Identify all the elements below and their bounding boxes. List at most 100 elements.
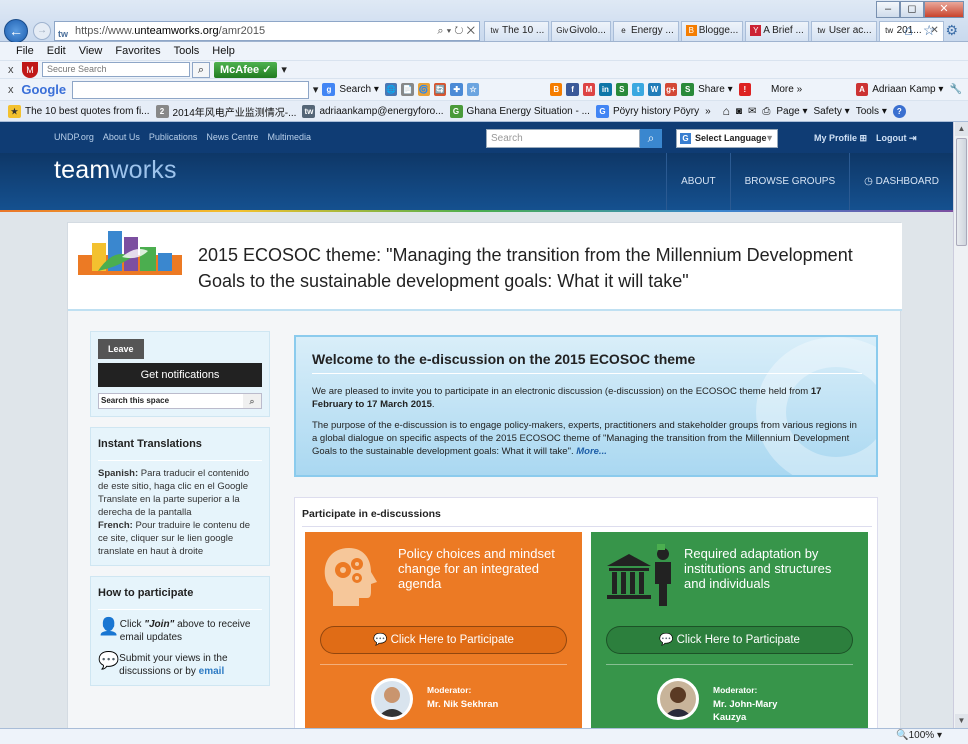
- safety-menu[interactable]: Safety ▾: [814, 106, 850, 117]
- google-search-button[interactable]: g Search ▾: [322, 83, 379, 96]
- tools-menu[interactable]: Tools ▾: [856, 106, 887, 117]
- close-toolbar-icon[interactable]: x: [8, 64, 22, 76]
- menu-file[interactable]: File: [16, 42, 34, 60]
- google-search-input[interactable]: [72, 80, 309, 99]
- chevron-down-icon[interactable]: ▾: [313, 83, 319, 96]
- chevron-down-icon[interactable]: ▾: [281, 63, 287, 76]
- participate-button[interactable]: 💬 Click Here to Participate: [606, 626, 853, 654]
- back-button[interactable]: ←: [4, 19, 28, 43]
- tab-4[interactable]: B Blogge...: [680, 21, 744, 41]
- scroll-up-icon[interactable]: ▲: [955, 122, 968, 136]
- menu-edit[interactable]: Edit: [47, 42, 66, 60]
- nav-dashboard[interactable]: ◷ DASHBOARD: [849, 153, 953, 211]
- secure-search-input[interactable]: Secure Search: [42, 62, 190, 77]
- tab-3[interactable]: e Energy ...: [612, 21, 679, 41]
- teamworks-logo[interactable]: teamworks: [54, 156, 177, 185]
- logout-link[interactable]: Logout ⇥: [876, 133, 917, 144]
- zoom-level[interactable]: 🔍100% ▾: [896, 730, 942, 741]
- moderator-label: Moderator:: [427, 685, 472, 695]
- menu-help[interactable]: Help: [212, 42, 235, 60]
- print-icon[interactable]: ⎙: [762, 106, 770, 117]
- menu-tools[interactable]: Tools: [174, 42, 200, 60]
- link-news-centre[interactable]: News Centre: [206, 132, 258, 142]
- participate-button[interactable]: 💬 Click Here to Participate: [320, 626, 567, 654]
- twitter-icon[interactable]: t: [631, 83, 645, 96]
- swirl-icon[interactable]: 🌀: [417, 83, 431, 96]
- nav-browse-groups[interactable]: BROWSE GROUPS: [729, 153, 850, 211]
- help-icon[interactable]: ?: [892, 104, 906, 118]
- participate-section: Participate in e-discussions Policy choi…: [294, 497, 878, 728]
- get-notifications-button[interactable]: Get notifications: [98, 363, 262, 387]
- close-window-button[interactable]: ✕: [924, 1, 964, 18]
- leave-button[interactable]: Leave: [98, 339, 144, 359]
- globe-icon[interactable]: 🌐: [384, 83, 398, 96]
- search-icon[interactable]: ⌕: [192, 61, 210, 78]
- tab-2[interactable]: GivGivolo...: [551, 21, 611, 41]
- star-icon[interactable]: ☆: [466, 83, 480, 96]
- googleplus-icon[interactable]: g+: [664, 83, 678, 96]
- gear-icon[interactable]: ⚙: [945, 22, 958, 39]
- link-multimedia[interactable]: Multimedia: [267, 132, 311, 142]
- user-name: Adriaan Kamp: [872, 84, 936, 95]
- home-icon[interactable]: ⌂: [904, 22, 912, 39]
- minimize-button[interactable]: –: [876, 1, 900, 18]
- site-search-input[interactable]: Search: [486, 129, 640, 148]
- maximize-button[interactable]: ◻: [900, 1, 924, 18]
- rss-icon[interactable]: ◙: [736, 106, 742, 117]
- favorites-star-icon[interactable]: ☆: [923, 22, 936, 39]
- gmail-icon[interactable]: M: [582, 83, 596, 96]
- addon-icon[interactable]: !: [738, 83, 752, 96]
- scroll-thumb[interactable]: [956, 138, 967, 246]
- wrench-icon[interactable]: 🔧: [949, 84, 961, 95]
- more-button[interactable]: More »: [771, 84, 802, 95]
- favorites-overflow-icon[interactable]: »: [705, 106, 711, 117]
- join-emphasis: "Join": [144, 619, 175, 630]
- menu-favorites[interactable]: Favorites: [115, 42, 160, 60]
- search-icon[interactable]: ⌕: [640, 129, 662, 148]
- how-text-pre: Click: [119, 619, 145, 630]
- share-button[interactable]: S Share ▾: [681, 83, 733, 96]
- page-menu[interactable]: Page ▾: [776, 106, 807, 117]
- participate-heading: Participate in e-discussions: [302, 508, 872, 527]
- favorite-link-5[interactable]: Pöyry history Pöyry: [613, 106, 699, 117]
- linkedin-icon[interactable]: in: [599, 83, 612, 96]
- favorite-link-3[interactable]: adriaankamp@energyforo...: [319, 106, 443, 117]
- tab-5[interactable]: YA Brief ...: [745, 21, 809, 41]
- address-bar[interactable]: tw https://www.unteamworks.org/amr2015 ⌕ …: [54, 21, 480, 41]
- address-tools[interactable]: ⌕ ▾ ↻ ✕: [437, 22, 475, 40]
- menu-view[interactable]: View: [79, 42, 103, 60]
- facebook-icon[interactable]: f: [566, 83, 579, 96]
- url-path: /amr2015: [218, 25, 266, 37]
- link-about-us[interactable]: About Us: [103, 132, 140, 142]
- blogger-icon[interactable]: B: [550, 83, 563, 96]
- mcafee-button[interactable]: McAfee ✓: [214, 61, 278, 78]
- how-to-participate-heading: How to participate: [98, 584, 262, 610]
- home-icon[interactable]: ⌂: [723, 104, 730, 118]
- space-search-input[interactable]: Search this space ⌕: [98, 393, 262, 409]
- favorite-link-1[interactable]: The 10 best quotes from fi...: [25, 106, 150, 117]
- search-icon[interactable]: ⌕: [243, 394, 261, 408]
- nav-about[interactable]: ABOUT: [666, 153, 729, 211]
- email-link[interactable]: email: [199, 666, 225, 677]
- plus-icon[interactable]: ✚: [450, 83, 463, 96]
- favorite-link-2[interactable]: 2014年风电产业监测情况-...: [173, 104, 297, 119]
- scroll-down-icon[interactable]: ▼: [955, 714, 968, 728]
- language-select[interactable]: G Select Language ▼: [676, 129, 778, 148]
- mail-icon[interactable]: ✉: [748, 106, 756, 117]
- page-icon[interactable]: 📄: [401, 83, 414, 96]
- favorites-star-icon[interactable]: ★: [8, 104, 21, 118]
- more-link[interactable]: More...: [576, 446, 607, 457]
- close-toolbar-icon[interactable]: x: [8, 84, 21, 96]
- link-publications[interactable]: Publications: [149, 132, 198, 142]
- favorite-link-4[interactable]: Ghana Energy Situation - ...: [467, 106, 590, 117]
- tab-6[interactable]: tw User ac...: [810, 21, 877, 41]
- tab-1[interactable]: tw The 10 ...: [484, 21, 550, 41]
- forward-button[interactable]: →: [33, 22, 51, 40]
- vertical-scrollbar[interactable]: ▲ ▼: [953, 122, 968, 728]
- link-undp[interactable]: UNDP.org: [54, 132, 94, 142]
- my-profile-link[interactable]: My Profile ⊞: [814, 133, 867, 144]
- sharethis-icon[interactable]: S: [615, 83, 628, 96]
- wordpress-icon[interactable]: W: [648, 83, 661, 96]
- sync-icon[interactable]: 🔄: [434, 83, 447, 96]
- user-menu[interactable]: Adriaan Kamp ▾: [872, 84, 943, 95]
